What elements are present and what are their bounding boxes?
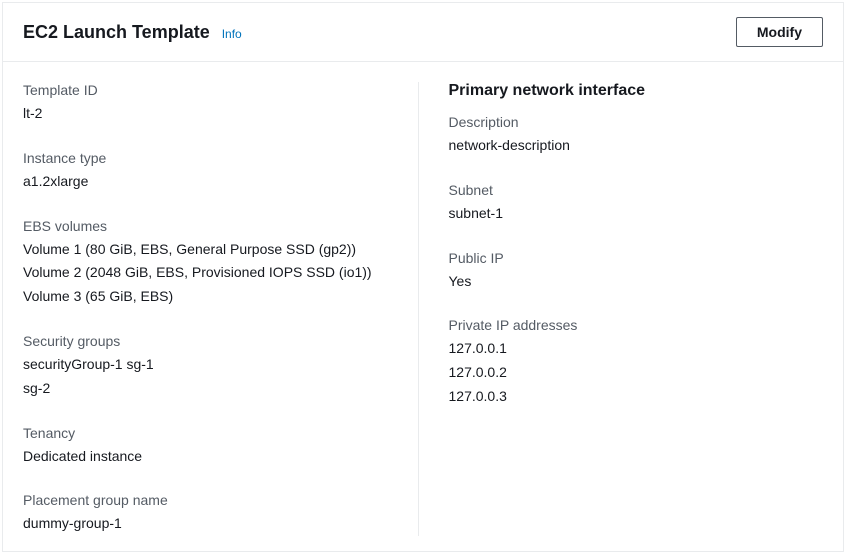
col-right: Primary network interface Description ne… bbox=[419, 82, 824, 536]
ebs-volume-item: Volume 1 (80 GiB, EBS, General Purpose S… bbox=[23, 238, 398, 262]
label-placement-group: Placement group name bbox=[23, 492, 398, 508]
private-ip-item: 127.0.0.3 bbox=[449, 385, 824, 409]
ebs-volume-item: Volume 3 (65 GiB, EBS) bbox=[23, 285, 398, 309]
info-link[interactable]: Info bbox=[222, 27, 242, 41]
value-placement-group: dummy-group-1 bbox=[23, 512, 398, 536]
panel-title: EC2 Launch Template bbox=[23, 22, 210, 43]
value-template-id: lt-2 bbox=[23, 102, 398, 126]
field-placement-group: Placement group name dummy-group-1 bbox=[23, 492, 398, 536]
field-tenancy: Tenancy Dedicated instance bbox=[23, 425, 398, 469]
label-ebs-volumes: EBS volumes bbox=[23, 218, 398, 234]
field-description: Description network-description bbox=[449, 114, 824, 158]
label-subnet: Subnet bbox=[449, 182, 824, 198]
security-group-item: sg-2 bbox=[23, 377, 398, 401]
label-security-groups: Security groups bbox=[23, 333, 398, 349]
panel-body: Template ID lt-2 Instance type a1.2xlarg… bbox=[3, 62, 843, 556]
label-private-ips: Private IP addresses bbox=[449, 317, 824, 333]
panel-header: EC2 Launch Template Info Modify bbox=[3, 3, 843, 62]
field-ebs-volumes: EBS volumes Volume 1 (80 GiB, EBS, Gener… bbox=[23, 218, 398, 309]
value-tenancy: Dedicated instance bbox=[23, 445, 398, 469]
field-public-ip: Public IP Yes bbox=[449, 250, 824, 294]
value-public-ip: Yes bbox=[449, 270, 824, 294]
modify-button[interactable]: Modify bbox=[736, 17, 823, 47]
field-subnet: Subnet subnet-1 bbox=[449, 182, 824, 226]
heading-primary-network-interface: Primary network interface bbox=[449, 82, 824, 100]
label-instance-type: Instance type bbox=[23, 150, 398, 166]
field-instance-type: Instance type a1.2xlarge bbox=[23, 150, 398, 194]
ebs-volume-item: Volume 2 (2048 GiB, EBS, Provisioned IOP… bbox=[23, 261, 398, 285]
private-ip-item: 127.0.0.1 bbox=[449, 337, 824, 361]
field-template-id: Template ID lt-2 bbox=[23, 82, 398, 126]
ec2-launch-template-panel: EC2 Launch Template Info Modify Template… bbox=[2, 2, 844, 552]
value-subnet: subnet-1 bbox=[449, 202, 824, 226]
col-left: Template ID lt-2 Instance type a1.2xlarg… bbox=[23, 82, 419, 536]
security-group-item: securityGroup-1 sg-1 bbox=[23, 353, 398, 377]
private-ip-item: 127.0.0.2 bbox=[449, 361, 824, 385]
field-private-ips: Private IP addresses 127.0.0.1 127.0.0.2… bbox=[449, 317, 824, 408]
value-security-groups: securityGroup-1 sg-1 sg-2 bbox=[23, 353, 398, 401]
field-security-groups: Security groups securityGroup-1 sg-1 sg-… bbox=[23, 333, 398, 401]
value-instance-type: a1.2xlarge bbox=[23, 170, 398, 194]
label-public-ip: Public IP bbox=[449, 250, 824, 266]
label-description: Description bbox=[449, 114, 824, 130]
label-template-id: Template ID bbox=[23, 82, 398, 98]
label-tenancy: Tenancy bbox=[23, 425, 398, 441]
value-private-ips: 127.0.0.1 127.0.0.2 127.0.0.3 bbox=[449, 337, 824, 408]
value-description: network-description bbox=[449, 134, 824, 158]
panel-title-wrap: EC2 Launch Template Info bbox=[23, 22, 242, 43]
value-ebs-volumes: Volume 1 (80 GiB, EBS, General Purpose S… bbox=[23, 238, 398, 309]
